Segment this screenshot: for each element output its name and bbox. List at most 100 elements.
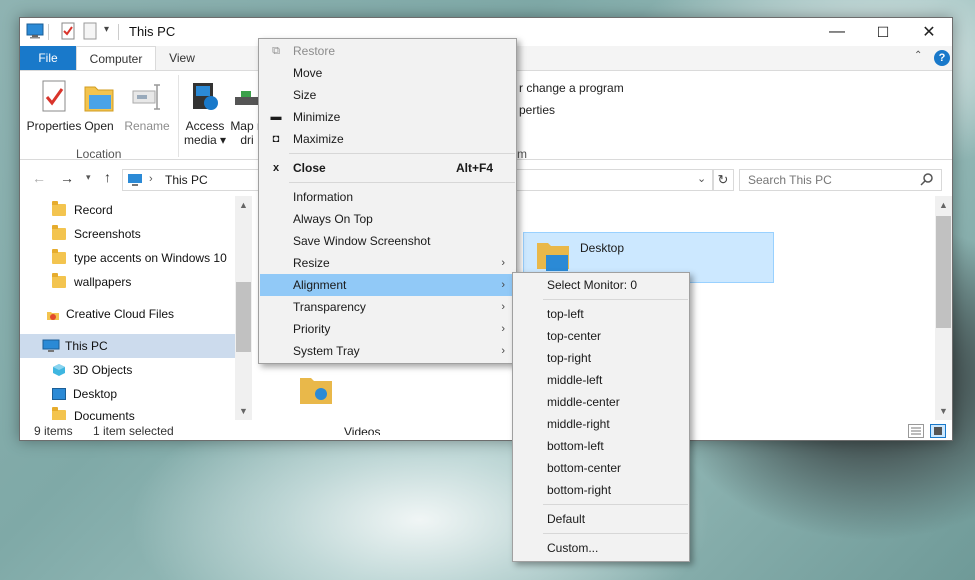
maximize-icon: ◘ (272, 133, 280, 145)
large-icons-view-icon[interactable] (930, 424, 946, 438)
menu-item-custom[interactable]: Custom... (514, 537, 688, 559)
menu-label: bottom-right (547, 483, 612, 497)
menu-item-alignment[interactable]: Alignment › (260, 274, 515, 296)
nav-label: Record (74, 203, 113, 217)
content-scrollbar[interactable]: ▲ ▼ (935, 196, 952, 420)
menu-item-resize[interactable]: Resize › (260, 252, 515, 274)
breadcrumb-chevron-icon[interactable]: › (149, 173, 153, 185)
menu-label: Alignment (293, 278, 347, 292)
menu-item-bottom-right[interactable]: bottom-right (514, 479, 688, 501)
close-button[interactable]: ✕ (906, 18, 952, 46)
address-dropdown-icon[interactable]: ⌄ (697, 172, 706, 185)
tab-file[interactable]: File (20, 46, 76, 70)
nav-scrollbar-thumb[interactable] (236, 282, 251, 352)
nav-item-creative-cloud[interactable]: Creative Cloud Files (20, 302, 235, 326)
menu-item-transparency[interactable]: Transparency › (260, 296, 515, 318)
nav-label: Documents (74, 409, 135, 420)
menu-label: top-right (547, 351, 592, 365)
menu-item-default[interactable]: Default (514, 508, 688, 530)
maximize-button[interactable]: ☐ (860, 18, 906, 46)
close-accelerator: Alt+F4 (455, 161, 493, 175)
nav-item-wallpapers[interactable]: wallpapers (20, 270, 235, 294)
content-scroll-down-icon[interactable]: ▼ (939, 406, 948, 416)
ribbon-collapse-icon[interactable]: ⌃ (914, 50, 922, 61)
nav-scrollbar[interactable]: ▲ ▼ (235, 196, 252, 420)
content-scrollbar-thumb[interactable] (936, 216, 951, 328)
uninstall-change-program-link[interactable]: r change a program (519, 81, 624, 95)
item-count: 9 items (34, 424, 73, 438)
new-folder-quick-icon[interactable] (83, 22, 101, 40)
system-properties-link[interactable]: perties (519, 103, 555, 117)
menu-label: Select Monitor: 0 (547, 278, 638, 292)
submenu-arrow-icon: › (501, 279, 505, 291)
menu-item-size[interactable]: Size (260, 84, 515, 106)
menu-item-bottom-left[interactable]: bottom-left (514, 435, 688, 457)
open-button[interactable]: Open (76, 75, 122, 133)
menu-item-top-left[interactable]: top-left (514, 303, 688, 325)
search-icon[interactable] (920, 172, 934, 189)
tab-view[interactable]: View (156, 46, 208, 70)
submenu-arrow-icon: › (501, 301, 505, 313)
nav-item-type-accents[interactable]: type accents on Windows 10 (20, 246, 235, 270)
details-view-icon[interactable] (908, 424, 924, 438)
nav-item-3d-objects[interactable]: 3D Objects (20, 358, 235, 382)
menu-item-system-tray[interactable]: System Tray › (260, 340, 515, 362)
forward-icon[interactable]: → (60, 170, 74, 186)
menu-item-move[interactable]: Move (260, 62, 515, 84)
menu-item-top-center[interactable]: top-center (514, 325, 688, 347)
content-scroll-up-icon[interactable]: ▲ (939, 200, 948, 210)
menu-item-middle-right[interactable]: middle-right (514, 413, 688, 435)
customize-toolbar-icon[interactable]: ▾ (104, 24, 109, 35)
nav-item-desktop[interactable]: Desktop (20, 382, 235, 406)
menu-item-middle-left[interactable]: middle-left (514, 369, 688, 391)
tab-computer[interactable]: Computer (76, 46, 156, 70)
menu-label: bottom-left (547, 439, 604, 453)
this-pc-icon[interactable] (26, 22, 44, 40)
up-icon[interactable]: ↑ (104, 169, 111, 185)
properties-icon (38, 79, 70, 115)
menu-item-top-right[interactable]: top-right (514, 347, 688, 369)
menu-separator (289, 153, 515, 154)
menu-item-bottom-center[interactable]: bottom-center (514, 457, 688, 479)
menu-item-priority[interactable]: Priority › (260, 318, 515, 340)
refresh-icon[interactable]: ↻ (712, 169, 734, 191)
group-divider (178, 75, 179, 157)
minimize-icon: ▬ (270, 111, 282, 123)
menu-item-maximize[interactable]: ◘ Maximize (260, 128, 515, 150)
back-icon[interactable]: ← (32, 170, 46, 186)
properties-quick-icon[interactable] (60, 22, 78, 40)
nav-item-screenshots[interactable]: Screenshots (20, 222, 235, 246)
selection-count: 1 item selected (93, 424, 174, 438)
title-divider (48, 24, 49, 40)
menu-item-information[interactable]: Information (260, 186, 515, 208)
scroll-up-icon[interactable]: ▲ (239, 200, 248, 210)
menu-item-middle-center[interactable]: middle-center (514, 391, 688, 413)
ribbon-group-location: Location (76, 147, 122, 161)
nav-item-documents[interactable]: Documents (20, 406, 235, 420)
menu-item-always-on-top[interactable]: Always On Top (260, 208, 515, 230)
help-icon[interactable]: ? (934, 50, 950, 66)
restore-icon: ⧉ (272, 44, 280, 57)
menu-item-minimize[interactable]: ▬ Minimize (260, 106, 515, 128)
nav-item-record[interactable]: Record (20, 198, 235, 222)
menu-item-close[interactable]: x Close Alt+F4 (260, 157, 515, 179)
menu-item-restore[interactable]: ⧉ Restore (260, 40, 515, 62)
minimize-button[interactable]: — (814, 18, 860, 46)
rename-button[interactable]: Rename (120, 75, 174, 133)
menu-label: Restore (293, 44, 336, 58)
menu-item-save-screenshot[interactable]: Save Window Screenshot (260, 230, 515, 252)
access-media-button[interactable]: Access media ▾ (180, 75, 230, 147)
scroll-down-icon[interactable]: ▼ (239, 406, 248, 416)
submenu-arrow-icon: › (501, 257, 505, 269)
folder-icon (52, 407, 66, 420)
recent-locations-icon[interactable]: ▾ (86, 172, 91, 183)
music-folder-icon[interactable] (299, 376, 333, 407)
properties-label: Properties (26, 119, 82, 133)
search-input[interactable]: Search This PC (739, 169, 942, 191)
ribbon-group-system: m (517, 147, 527, 161)
nav-item-this-pc[interactable]: This PC (20, 334, 235, 358)
properties-button[interactable]: Properties (26, 75, 82, 133)
menu-item-select-monitor[interactable]: Select Monitor: 0 (514, 274, 688, 296)
folder-icon (52, 273, 66, 288)
breadcrumb-this-pc[interactable]: This PC (165, 173, 208, 187)
